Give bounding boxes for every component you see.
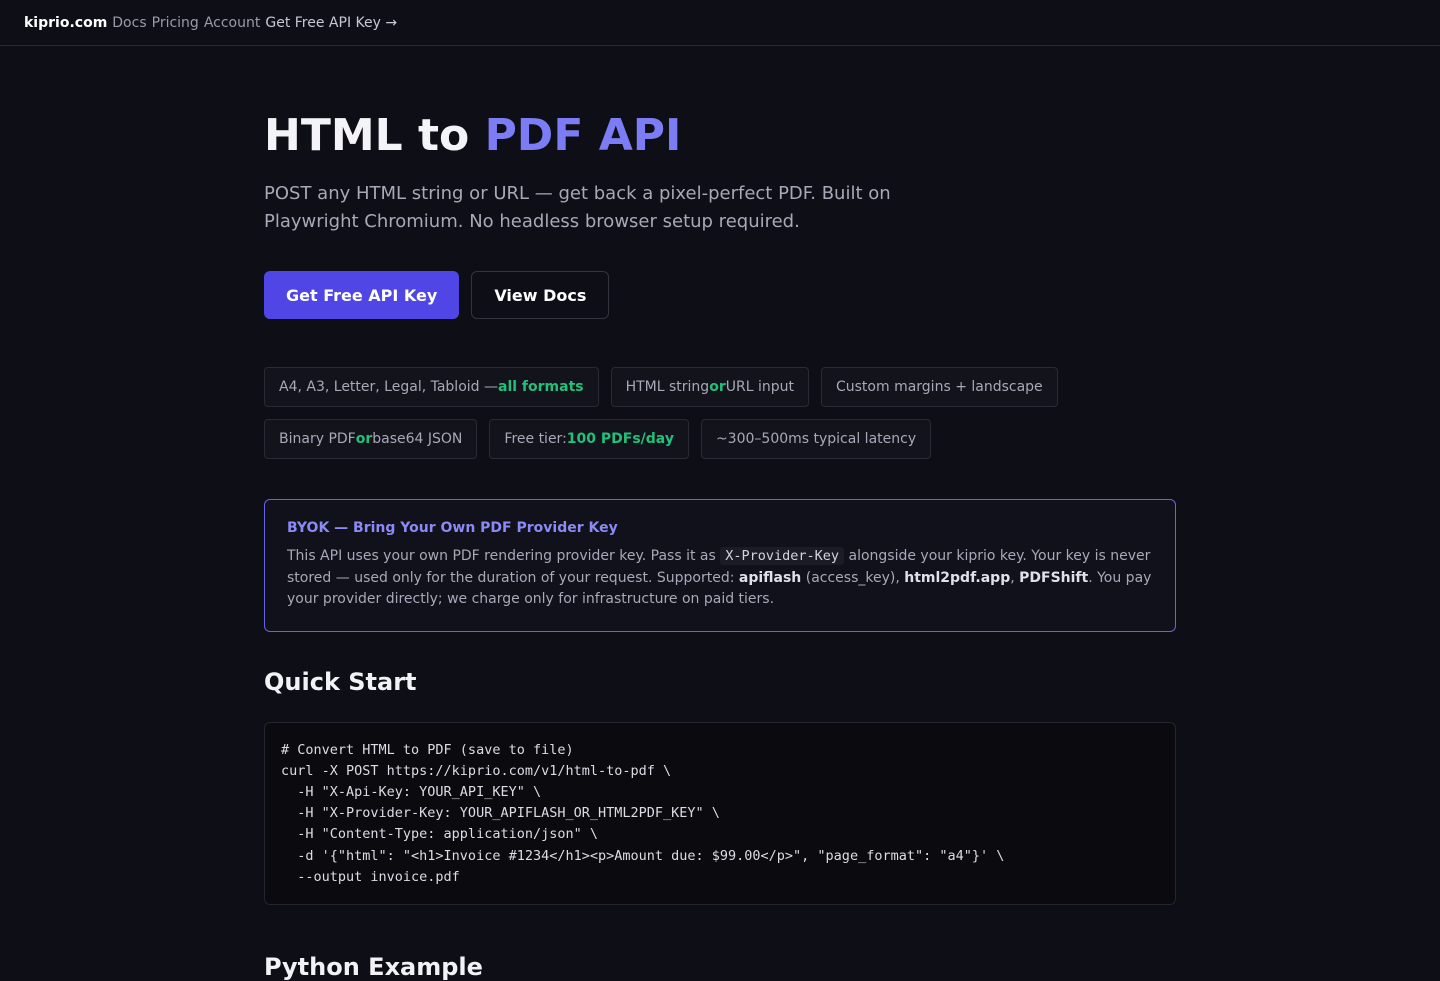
hero-title: HTML to PDF API bbox=[264, 112, 1176, 160]
chip-highlight: or bbox=[709, 379, 726, 395]
chip-text: Free tier: bbox=[504, 431, 567, 447]
chip-text-post: base64 JSON bbox=[372, 431, 463, 447]
nav-link-docs[interactable]: Docs bbox=[112, 15, 146, 31]
get-free-api-key-button[interactable]: Get Free API Key bbox=[264, 271, 460, 319]
feature-chip-formats: A4, A3, Letter, Legal, Tabloid — all for… bbox=[264, 367, 599, 407]
byok-notice: BYOK — Bring Your Own PDF Provider Key T… bbox=[264, 499, 1176, 632]
chip-text: HTML string bbox=[625, 379, 710, 395]
feature-chip-margins: Custom margins + landscape bbox=[820, 367, 1058, 407]
byok-text: This API uses your own PDF rendering pro… bbox=[287, 548, 721, 564]
hero-title-accent: PDF API bbox=[484, 110, 682, 161]
python-example-heading: Python Example bbox=[264, 952, 483, 981]
nav-link-account[interactable]: Account bbox=[204, 15, 261, 31]
feature-chip-input: HTML string or URL input bbox=[610, 367, 809, 407]
feature-chip-free-tier: Free tier: 100 PDFs/day bbox=[489, 419, 689, 459]
brand-logo-link[interactable]: kiprio.com bbox=[24, 15, 107, 31]
nav-link-pricing[interactable]: Pricing bbox=[152, 15, 199, 31]
view-docs-button[interactable]: View Docs bbox=[471, 271, 610, 319]
provider-html2pdf: html2pdf.app bbox=[904, 569, 1011, 586]
chip-text: ~300–500ms typical latency bbox=[715, 431, 917, 447]
quick-start-heading: Quick Start bbox=[264, 667, 417, 696]
hero-title-prefix: HTML to bbox=[264, 110, 485, 161]
chip-text: Binary PDF bbox=[279, 431, 356, 447]
provider-pdfshift: PDFShift bbox=[1019, 569, 1089, 586]
byok-body: This API uses your own PDF rendering pro… bbox=[287, 546, 1153, 611]
top-nav: kiprio.com Docs Pricing Account Get Free… bbox=[0, 0, 1440, 46]
quick-start-code: # Convert HTML to PDF (save to file) cur… bbox=[281, 741, 1005, 885]
byok-text: (access_key), bbox=[801, 569, 905, 586]
byok-text: , bbox=[1010, 569, 1020, 586]
main-content: HTML to PDF API POST any HTML string or … bbox=[264, 46, 1176, 981]
byok-title: BYOK — Bring Your Own PDF Provider Key bbox=[287, 520, 618, 536]
chip-text: Custom margins + landscape bbox=[835, 379, 1043, 395]
chip-highlight: 100 PDFs/day bbox=[566, 431, 674, 447]
cta-row: Get Free API Key View Docs bbox=[264, 271, 1176, 319]
quick-start-code-block[interactable]: # Convert HTML to PDF (save to file) cur… bbox=[264, 721, 1176, 905]
hero-subtitle: POST any HTML string or URL — get back a… bbox=[264, 183, 891, 232]
chip-highlight: all formats bbox=[498, 379, 584, 395]
feature-chip-latency: ~300–500ms typical latency bbox=[700, 419, 932, 459]
chip-highlight: or bbox=[355, 431, 373, 447]
feature-chip-output: Binary PDF or base64 JSON bbox=[264, 419, 478, 459]
chip-text-post: URL input bbox=[725, 379, 794, 395]
chip-text: A4, A3, Letter, Legal, Tabloid — bbox=[279, 379, 498, 395]
provider-key-header-code: X-Provider-Key bbox=[720, 547, 845, 565]
nav-get-api-key-link[interactable]: Get Free API Key → bbox=[265, 15, 397, 31]
feature-chips: A4, A3, Letter, Legal, Tabloid — all for… bbox=[264, 367, 1176, 459]
provider-apiflash: apiflash bbox=[738, 569, 802, 586]
